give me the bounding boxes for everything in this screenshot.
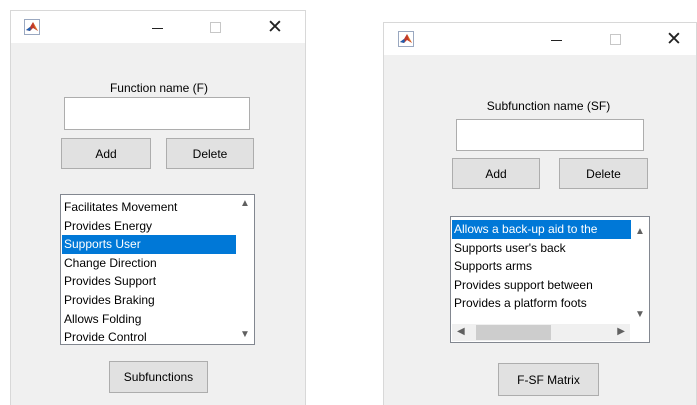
close-icon: ✕ [267,16,283,38]
maximize-button[interactable] [193,11,237,43]
close-button[interactable]: ✕ [652,23,696,55]
maximize-button[interactable] [593,23,637,55]
function-name-label: Function name (F) [109,81,209,95]
list-item[interactable]: Provides support between [452,276,631,295]
vertical-scrollbar[interactable]: ▲ ▼ [236,196,253,343]
subfunction-window: ✕ Subfunction name (SF) Add Delete Allow… [383,22,697,405]
list-item[interactable]: Provides Braking [62,291,236,310]
delete-button[interactable]: Delete [559,158,648,189]
close-button[interactable]: ✕ [253,11,297,43]
list-item[interactable]: Supports user's back [452,239,631,258]
function-list[interactable]: Facilitates Movement Provides Energy Suppo… [60,194,255,345]
delete-button[interactable]: Delete [166,138,254,169]
maximize-icon [209,21,221,33]
list-item[interactable]: Provides Support [62,272,236,291]
function-window: ✕ Function name (F) Add Delete Facilitat… [10,10,306,405]
list-item[interactable]: Provide Control [62,328,236,344]
subfunction-name-input[interactable] [456,119,644,151]
list-item[interactable]: Allows Folding [62,310,236,329]
scroll-up-icon[interactable]: ▲ [635,226,645,237]
minimize-button[interactable] [534,23,578,55]
add-button[interactable]: Add [452,158,540,189]
list-item[interactable]: Change Direction [62,254,236,273]
scroll-down-icon[interactable]: ▼ [240,329,250,340]
list-item[interactable]: Facilitates Movement [62,198,236,217]
title-bar[interactable]: ✕ [384,23,696,55]
close-icon: ✕ [666,28,682,50]
scroll-right-icon[interactable]: ▶ [617,326,625,337]
scroll-up-icon[interactable]: ▲ [240,198,250,209]
scroll-left-icon[interactable]: ◀ [457,326,465,337]
list-item[interactable]: Supports User [62,235,236,254]
horizontal-scrollbar[interactable]: ◀ ▶ [452,324,630,341]
f-sf-matrix-button[interactable]: F-SF Matrix [498,363,599,396]
horizontal-scroll-thumb[interactable] [476,325,551,340]
minimize-icon [151,27,163,29]
list-item[interactable]: Allows a back-up aid to the [452,220,631,239]
subfunction-list[interactable]: Allows a back-up aid to the Supports user… [450,216,650,343]
add-button[interactable]: Add [61,138,151,169]
matlab-icon [24,19,40,35]
minimize-button[interactable] [135,11,179,43]
subfunction-name-label: Subfunction name (SF) [486,99,611,113]
minimize-icon [550,39,562,41]
function-name-input[interactable] [64,97,250,130]
list-item[interactable]: Provides Energy [62,217,236,236]
vertical-scrollbar[interactable]: ▲ ▼ [631,218,648,323]
scroll-down-icon[interactable]: ▼ [635,309,645,320]
maximize-icon [609,33,621,45]
title-bar[interactable]: ✕ [11,11,305,43]
list-item[interactable]: Provides a platform foots [452,294,631,313]
subfunctions-button[interactable]: Subfunctions [109,361,208,393]
list-item[interactable]: Supports arms [452,257,631,276]
matlab-icon [398,31,414,47]
